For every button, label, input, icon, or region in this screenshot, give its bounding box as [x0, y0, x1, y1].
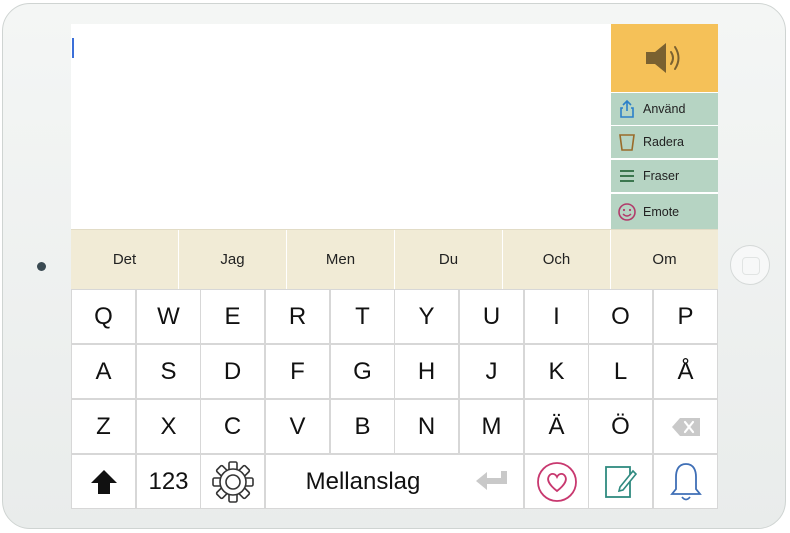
delete-button[interactable]: Radera	[611, 125, 718, 158]
shift-arrow-icon	[90, 469, 117, 494]
key-z[interactable]: Z	[72, 400, 135, 453]
key-c[interactable]: C	[201, 400, 264, 453]
key-x[interactable]: X	[137, 400, 200, 453]
list-icon	[611, 169, 643, 183]
gear-icon	[211, 460, 254, 503]
share-icon	[611, 99, 643, 119]
settings-key[interactable]	[201, 455, 264, 508]
key-n[interactable]: N	[395, 400, 458, 453]
key-v[interactable]: V	[266, 400, 329, 453]
key-o[interactable]: O	[589, 290, 652, 343]
key-y[interactable]: Y	[395, 290, 458, 343]
key-h[interactable]: H	[395, 345, 458, 398]
key-k[interactable]: K	[525, 345, 588, 398]
emote-button-label: Emote	[643, 204, 680, 219]
use-button-label: Använd	[643, 102, 686, 116]
key-s[interactable]: S	[137, 345, 200, 398]
bell-icon	[669, 462, 702, 500]
bell-key[interactable]	[654, 455, 717, 508]
text-cursor	[72, 38, 74, 58]
key-b[interactable]: B	[331, 400, 394, 453]
key-q[interactable]: Q	[72, 290, 135, 343]
key-g[interactable]: G	[331, 345, 394, 398]
note-edit-icon	[604, 465, 637, 498]
key-j[interactable]: J	[460, 345, 523, 398]
suggestion-om[interactable]: Om	[611, 230, 718, 289]
key-i[interactable]: I	[525, 290, 588, 343]
key-p[interactable]: P	[654, 290, 717, 343]
key-ö[interactable]: Ö	[589, 400, 652, 453]
backspace-key[interactable]	[654, 400, 717, 453]
key-f[interactable]: F	[266, 345, 329, 398]
favorites-key[interactable]	[525, 455, 588, 508]
phrases-button-label: Fraser	[643, 169, 680, 183]
home-button[interactable]	[730, 245, 770, 285]
front-camera	[37, 262, 46, 271]
speak-button[interactable]	[611, 24, 718, 92]
use-button[interactable]: Använd	[611, 92, 718, 125]
key-e[interactable]: E	[201, 290, 264, 343]
suggestion-men[interactable]: Men	[287, 230, 395, 289]
key-å[interactable]: Å	[654, 345, 717, 398]
phrases-button[interactable]: Fraser	[611, 159, 718, 192]
key-l[interactable]: L	[589, 345, 652, 398]
keyboard: 123 Mellanslag Q W E R T Y U I O P A S D…	[71, 289, 718, 509]
suggestion-du[interactable]: Du	[395, 230, 503, 289]
key-d[interactable]: D	[201, 345, 264, 398]
smiley-icon	[611, 202, 643, 222]
word-suggestion-bar: Det Jag Men Du Och Om	[71, 229, 718, 289]
suggestion-jag[interactable]: Jag	[179, 230, 287, 289]
emote-button[interactable]: Emote	[611, 193, 718, 229]
app-screen: Använd Radera Fraser Emote Det Jag Men D…	[71, 24, 718, 509]
key-w[interactable]: W	[137, 290, 200, 343]
delete-button-label: Radera	[643, 135, 684, 149]
backspace-icon	[671, 417, 700, 436]
shift-key[interactable]	[72, 455, 135, 508]
enter-key[interactable]	[460, 455, 523, 508]
key-a[interactable]: A	[72, 345, 135, 398]
numbers-key[interactable]: 123	[137, 455, 200, 508]
space-key[interactable]: Mellanslag	[266, 455, 460, 508]
message-text-area[interactable]	[71, 24, 611, 229]
key-ä[interactable]: Ä	[525, 400, 588, 453]
key-m[interactable]: M	[460, 400, 523, 453]
speaker-icon	[645, 43, 679, 73]
trash-icon	[611, 132, 643, 152]
suggestion-det[interactable]: Det	[71, 230, 179, 289]
notes-key[interactable]	[589, 455, 652, 508]
heart-icon	[536, 461, 577, 502]
key-r[interactable]: R	[266, 290, 329, 343]
suggestion-och[interactable]: Och	[503, 230, 611, 289]
key-u[interactable]: U	[460, 290, 523, 343]
return-arrow-icon	[475, 470, 507, 490]
key-t[interactable]: T	[331, 290, 394, 343]
